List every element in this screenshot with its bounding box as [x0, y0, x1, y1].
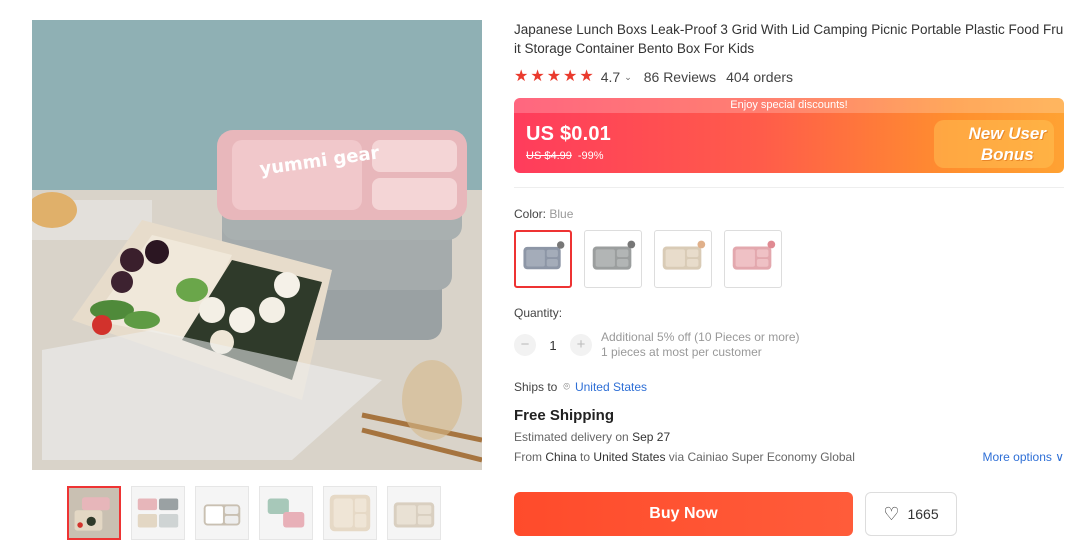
thumbnail-4[interactable]	[259, 486, 313, 540]
bonus-line-2: Bonus	[980, 145, 1034, 164]
star-icon: ★	[579, 68, 594, 85]
to-label: to	[580, 450, 591, 464]
color-label: Color: Blue	[514, 207, 1064, 221]
discount-percent: -99%	[577, 150, 604, 162]
quantity-label: Quantity:	[514, 306, 563, 320]
chevron-down-icon[interactable]: ⌄	[624, 72, 632, 83]
thumbnail-6[interactable]	[387, 486, 441, 540]
thumbnail-5[interactable]	[323, 486, 377, 540]
location-pin-icon: ⌾	[563, 380, 570, 393]
more-options-link[interactable]: More options ∨	[983, 450, 1065, 464]
origin-country: China	[545, 450, 577, 464]
action-bar: Buy Now ♡ 1665	[514, 492, 957, 536]
free-shipping-label: Free Shipping	[514, 407, 615, 424]
bonus-line-1: New User	[968, 124, 1046, 143]
quantity-minus-button[interactable]: −	[514, 334, 536, 356]
purchase-limit-text: 1 pieces at most per customer	[601, 345, 762, 359]
quantity-plus-button[interactable]: +	[570, 334, 592, 356]
wishlist-button[interactable]: ♡ 1665	[865, 492, 957, 536]
estimated-delivery: Estimated delivery on Sep 27	[514, 430, 1064, 444]
star-icon: ★	[530, 68, 545, 85]
color-label-text: Color:	[514, 207, 547, 221]
original-price: US $4.99	[526, 150, 572, 162]
destination-country: United States	[593, 450, 666, 464]
ships-to-label: Ships to	[514, 380, 558, 394]
heart-icon: ♡	[883, 503, 900, 524]
thumbnail-3[interactable]	[195, 486, 249, 540]
orders-count: 404 orders	[726, 69, 794, 85]
ships-to-country-link[interactable]: United States	[575, 380, 647, 394]
ships-to-row: Ships to ⌾ United States	[514, 380, 1064, 394]
eta-date: Sep 27	[632, 430, 671, 444]
bento-box-photo: yummi gear	[32, 20, 482, 470]
swatch-pink[interactable]	[724, 230, 782, 288]
wishlist-count: 1665	[907, 506, 939, 522]
promo-banner-text: Enjoy special discounts!	[514, 98, 1064, 113]
shipping-route: From China to United States via Cainiao …	[514, 450, 855, 464]
bulk-offer-text: Additional 5% off (10 Pieces or more)	[601, 330, 800, 344]
product-info-panel: Japanese Lunch Boxs Leak-Proof 3 Grid Wi…	[514, 20, 1064, 464]
rating-value[interactable]: 4.7	[601, 69, 620, 85]
swatch-gray[interactable]	[584, 230, 642, 288]
shipping-route-row: From China to United States via Cainiao …	[514, 450, 1064, 464]
swatch-beige[interactable]	[654, 230, 712, 288]
product-title: Japanese Lunch Boxs Leak-Proof 3 Grid Wi…	[514, 22, 1064, 56]
quantity-input[interactable]: 1	[536, 338, 570, 353]
eta-prefix: Estimated delivery on	[514, 430, 629, 444]
star-icon: ★	[514, 68, 529, 85]
selected-color: Blue	[549, 207, 574, 221]
rating-stars: ★ ★ ★ ★ ★	[514, 69, 594, 85]
rating-row: ★ ★ ★ ★ ★ 4.7 ⌄ 86 Reviews 404 orders	[514, 67, 1064, 87]
original-price-row: US $4.99 -99%	[526, 150, 604, 162]
star-icon: ★	[563, 68, 578, 85]
thumbnail-2[interactable]	[131, 486, 185, 540]
product-main-image[interactable]: yummi gear	[32, 20, 482, 470]
star-icon: ★	[546, 68, 562, 85]
reviews-link[interactable]: 86 Reviews	[644, 69, 716, 85]
promo-banner: Enjoy special discounts! US $0.01 US $4.…	[514, 98, 1064, 173]
swatch-blue[interactable]	[514, 230, 572, 288]
color-swatches	[514, 230, 1064, 288]
buy-now-button[interactable]: Buy Now	[514, 492, 853, 536]
shipping-carrier: via Cainiao Super Economy Global	[668, 450, 855, 464]
divider	[514, 187, 1064, 188]
quantity-info: Additional 5% off (10 Pieces or more) 1 …	[601, 330, 800, 360]
thumbnail-strip	[67, 486, 441, 540]
current-price: US $0.01	[526, 123, 611, 145]
thumbnail-1[interactable]	[67, 486, 121, 540]
from-label: From	[514, 450, 542, 464]
new-user-bonus-badge[interactable]: New User Bonus	[969, 123, 1046, 165]
quantity-stepper: − 1 + Additional 5% off (10 Pieces or mo…	[514, 330, 1064, 360]
